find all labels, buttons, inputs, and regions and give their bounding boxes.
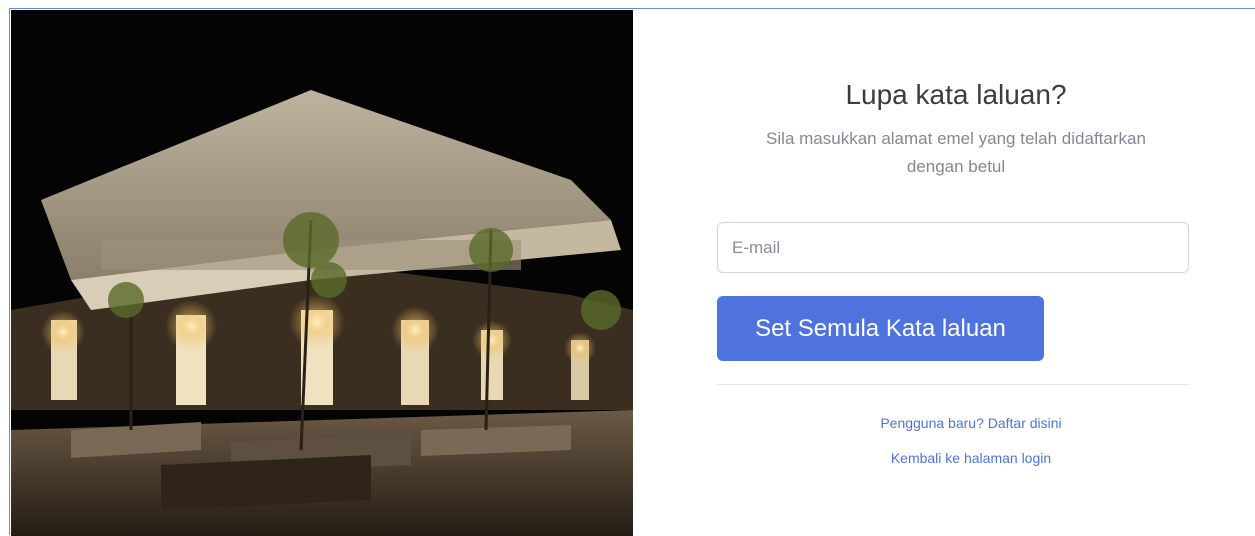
divider [717,384,1189,385]
back-to-login-link[interactable]: Kembali ke halaman login [717,450,1189,466]
register-link[interactable]: Pengguna baru? Daftar disini [717,415,1189,431]
building-photo-illustration [11,10,633,536]
page-title: Lupa kata laluan? [845,79,1067,110]
login-card: Lupa kata laluan? Sila masukkan alamat e… [9,8,1255,536]
reset-password-button[interactable]: Set Semula Kata laluan [717,296,1044,361]
building-night-photo [11,10,633,536]
instruction-text: Sila masukkan alamat emel yang telah did… [766,129,1146,176]
email-field[interactable] [717,222,1189,273]
forgot-password-panel: Lupa kata laluan? Sila masukkan alamat e… [633,9,1255,536]
